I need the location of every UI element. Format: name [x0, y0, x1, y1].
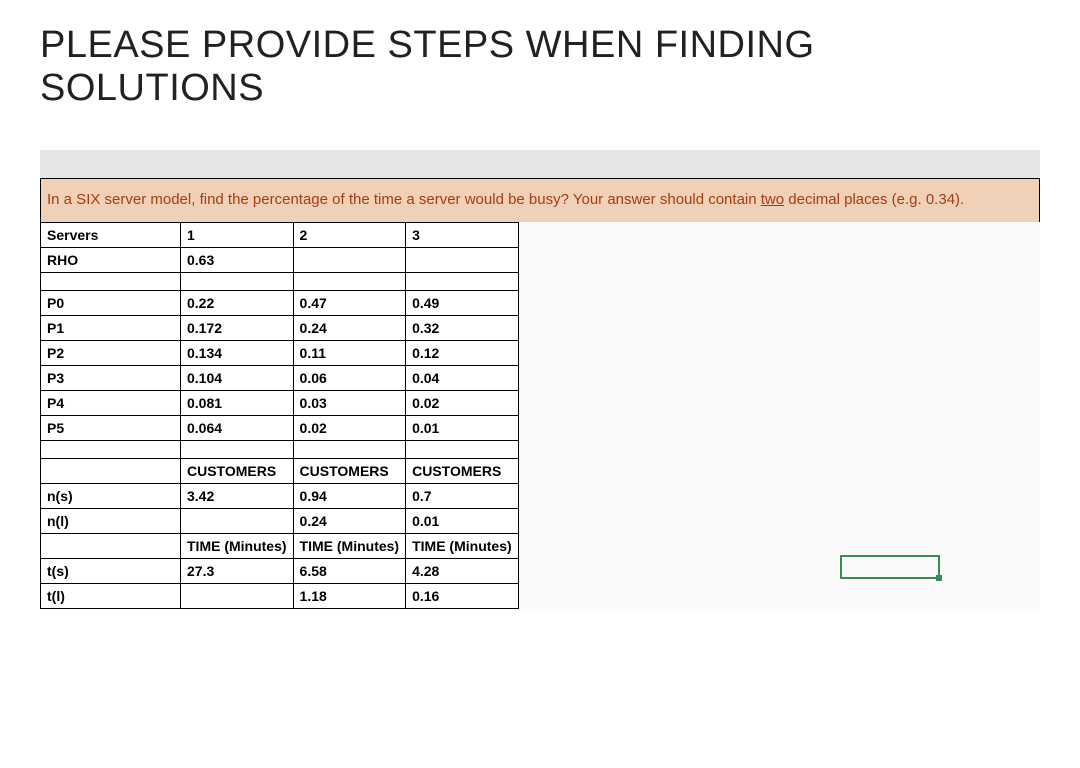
- p1-row: P1 0.172 0.24 0.32: [41, 315, 519, 340]
- time-header-1: TIME (Minutes): [181, 533, 294, 558]
- time-header-row: TIME (Minutes) TIME (Minutes) TIME (Minu…: [41, 533, 519, 558]
- p5-c1: 0.064: [181, 415, 294, 440]
- question-underlined-word: two: [761, 191, 784, 208]
- page-title: PLEASE PROVIDE STEPS WHEN FINDING SOLUTI…: [40, 24, 1040, 110]
- ns-row: n(s) 3.42 0.94 0.7: [41, 483, 519, 508]
- time-header-3: TIME (Minutes): [406, 533, 519, 558]
- question-text: In a SIX server model, find the percenta…: [40, 178, 1040, 222]
- nl-label: n(l): [41, 508, 181, 533]
- rho-val-2: [293, 247, 406, 272]
- p5-row: P5 0.064 0.02 0.01: [41, 415, 519, 440]
- tl-label: t(l): [41, 583, 181, 608]
- p4-label: P4: [41, 390, 181, 415]
- p1-c1: 0.172: [181, 315, 294, 340]
- p1-c2: 0.24: [293, 315, 406, 340]
- rho-row: RHO 0.63: [41, 247, 519, 272]
- ns-label: n(s): [41, 483, 181, 508]
- p2-c1: 0.134: [181, 340, 294, 365]
- spacer-row: [41, 272, 519, 290]
- nl-c2: 0.24: [293, 508, 406, 533]
- customers-label-blank: [41, 458, 181, 483]
- customers-header-row: CUSTOMERS CUSTOMERS CUSTOMERS: [41, 458, 519, 483]
- p3-c3: 0.04: [406, 365, 519, 390]
- p0-c1: 0.22: [181, 290, 294, 315]
- p0-c3: 0.49: [406, 290, 519, 315]
- ts-c2: 6.58: [293, 558, 406, 583]
- p1-label: P1: [41, 315, 181, 340]
- nl-c3: 0.01: [406, 508, 519, 533]
- content-block: In a SIX server model, find the percenta…: [40, 150, 1040, 609]
- ns-c1: 3.42: [181, 483, 294, 508]
- p0-label: P0: [41, 290, 181, 315]
- servers-row: Servers 1 2 3: [41, 222, 519, 247]
- servers-col-3: 3: [406, 222, 519, 247]
- ns-c3: 0.7: [406, 483, 519, 508]
- p2-label: P2: [41, 340, 181, 365]
- question-suffix: decimal places (e.g. 0.34).: [784, 191, 964, 208]
- p5-label: P5: [41, 415, 181, 440]
- rho-val-1: 0.63: [181, 247, 294, 272]
- servers-col-2: 2: [293, 222, 406, 247]
- p1-c3: 0.32: [406, 315, 519, 340]
- data-table: Servers 1 2 3 RHO 0.63 P0 0.22 0.47 0.49…: [40, 222, 519, 609]
- tl-c3: 0.16: [406, 583, 519, 608]
- ts-row: t(s) 27.3 6.58 4.28: [41, 558, 519, 583]
- p4-c3: 0.02: [406, 390, 519, 415]
- p2-c2: 0.11: [293, 340, 406, 365]
- p3-label: P3: [41, 365, 181, 390]
- question-prefix: In a SIX server model, find the percenta…: [47, 191, 761, 208]
- p5-c2: 0.02: [293, 415, 406, 440]
- p3-c2: 0.06: [293, 365, 406, 390]
- selection-box[interactable]: [840, 555, 940, 579]
- p3-row: P3 0.104 0.06 0.04: [41, 365, 519, 390]
- customers-header-3: CUSTOMERS: [406, 458, 519, 483]
- ts-label: t(s): [41, 558, 181, 583]
- p0-c2: 0.47: [293, 290, 406, 315]
- tl-c1: [181, 583, 294, 608]
- ns-c2: 0.94: [293, 483, 406, 508]
- spacer-row-2: [41, 440, 519, 458]
- customers-header-1: CUSTOMERS: [181, 458, 294, 483]
- time-header-2: TIME (Minutes): [293, 533, 406, 558]
- nl-row: n(l) 0.24 0.01: [41, 508, 519, 533]
- ts-c3: 4.28: [406, 558, 519, 583]
- p2-row: P2 0.134 0.11 0.12: [41, 340, 519, 365]
- customers-header-2: CUSTOMERS: [293, 458, 406, 483]
- p2-c3: 0.12: [406, 340, 519, 365]
- servers-col-1: 1: [181, 222, 294, 247]
- nl-c1: [181, 508, 294, 533]
- servers-label: Servers: [41, 222, 181, 247]
- p4-row: P4 0.081 0.03 0.02: [41, 390, 519, 415]
- time-label-blank: [41, 533, 181, 558]
- p3-c1: 0.104: [181, 365, 294, 390]
- tl-row: t(l) 1.18 0.16: [41, 583, 519, 608]
- ts-c1: 27.3: [181, 558, 294, 583]
- rho-val-3: [406, 247, 519, 272]
- p4-c1: 0.081: [181, 390, 294, 415]
- tl-c2: 1.18: [293, 583, 406, 608]
- p5-c3: 0.01: [406, 415, 519, 440]
- rho-label: RHO: [41, 247, 181, 272]
- p4-c2: 0.03: [293, 390, 406, 415]
- p0-row: P0 0.22 0.47 0.49: [41, 290, 519, 315]
